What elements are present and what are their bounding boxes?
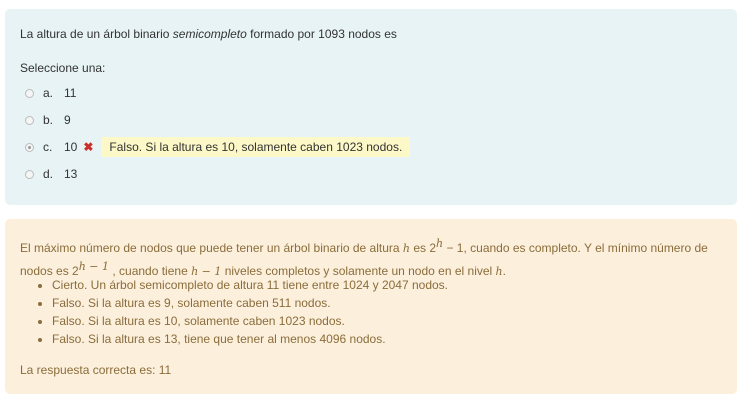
radio-button[interactable]	[25, 142, 34, 152]
select-prompt: Seleccione una:	[20, 61, 106, 75]
option-feedback: Falso. Si la altura es 10, solamente cab…	[101, 137, 411, 157]
answer-option-a[interactable]: a. 11	[25, 83, 82, 103]
answer-option-b[interactable]: b. 9	[25, 110, 77, 130]
option-value: 13	[64, 167, 78, 181]
list-item: Falso. Si la altura es 13, tiene que ten…	[52, 330, 448, 348]
answer-option-c[interactable]: c. 10 ✖ Falso. Si la altura es 10, solam…	[25, 137, 411, 157]
answer-option-d[interactable]: d. 13	[25, 164, 83, 184]
question-text: La altura de un árbol binario semicomple…	[20, 27, 397, 41]
option-value: 11	[64, 86, 77, 100]
incorrect-icon: ✖	[83, 140, 94, 154]
feedback-list: Cierto. Un árbol semicompleto de altura …	[20, 276, 448, 348]
option-letter: b.	[43, 113, 54, 127]
question-panel: La altura de un árbol binario semicomple…	[5, 9, 737, 205]
list-item: Falso. Si la altura es 9, solamente cabe…	[52, 294, 448, 312]
list-item: Cierto. Un árbol semicompleto de altura …	[52, 276, 448, 294]
option-letter: d.	[43, 167, 54, 181]
option-value: 10	[64, 140, 78, 154]
radio-button[interactable]	[25, 88, 34, 98]
radio-button[interactable]	[25, 169, 34, 179]
radio-button[interactable]	[25, 115, 34, 125]
general-feedback-panel: El máximo número de nodos que puede tene…	[5, 219, 737, 394]
option-letter: a.	[43, 86, 54, 100]
option-letter: c.	[43, 140, 53, 154]
list-item: Falso. Si la altura es 10, solamente cab…	[52, 312, 448, 330]
option-value: 9	[64, 113, 71, 127]
general-feedback-text: El máximo número de nodos que puede tene…	[20, 237, 708, 278]
correct-answer-text: La respuesta correcta es: 11	[20, 363, 172, 377]
